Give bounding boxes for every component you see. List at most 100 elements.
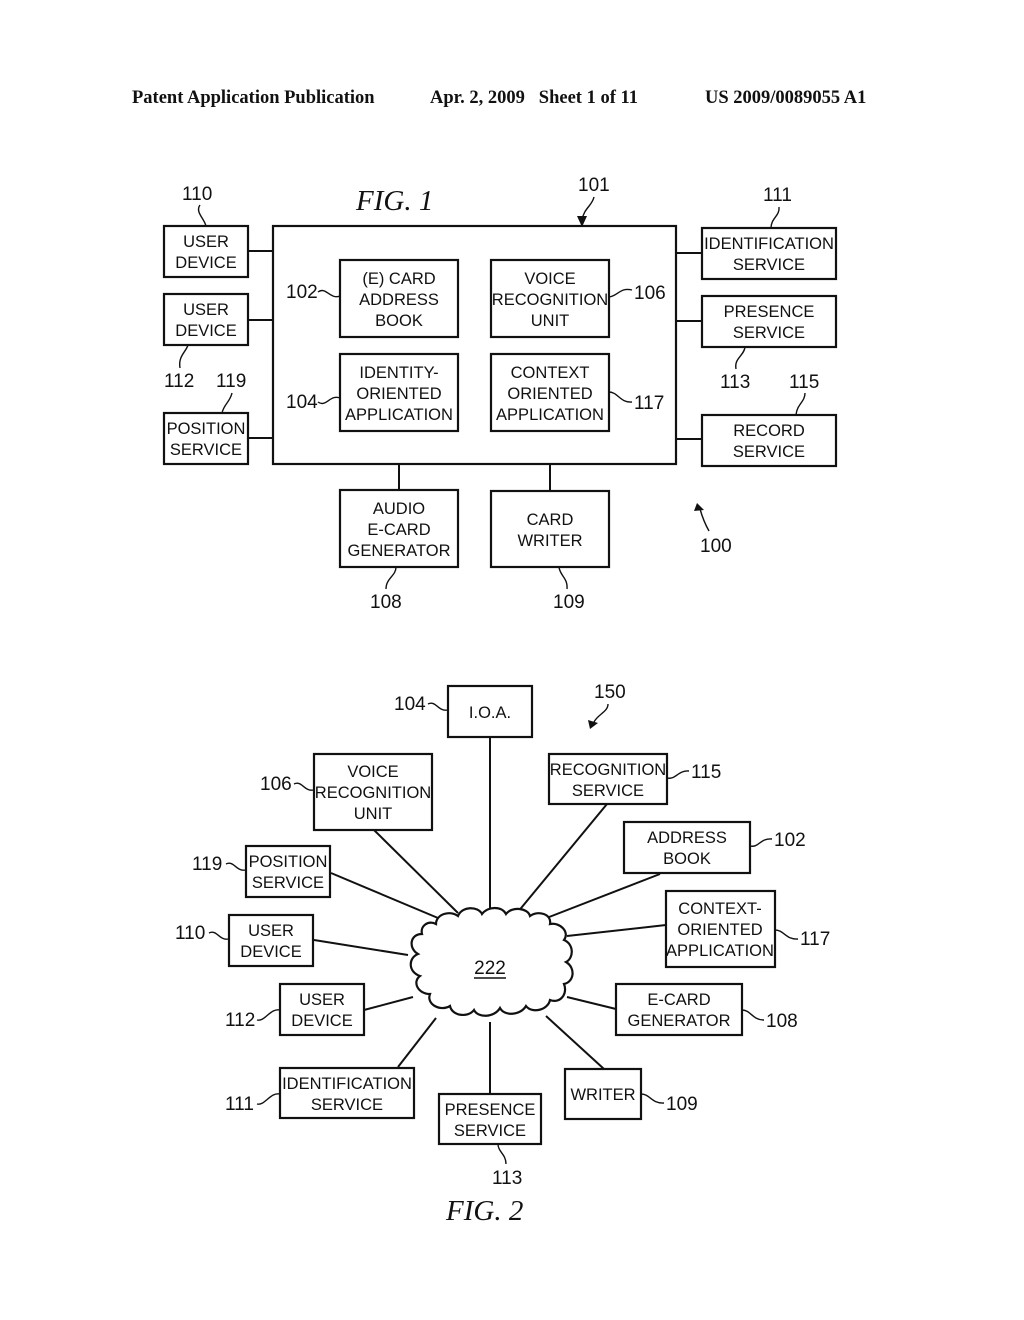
connector [397, 1017, 437, 1068]
ref-112: 112 [164, 371, 194, 392]
block-label-line: APPLICATION [345, 406, 453, 424]
ref-110: 110 [175, 923, 205, 944]
node-label-line: SERVICE [252, 874, 324, 892]
node-label-line: RECOGNITION [315, 784, 431, 802]
block-label-line: GENERATOR [348, 542, 451, 560]
block-label-line: POSITION [167, 420, 246, 438]
node-label-line: I.O.A. [469, 704, 511, 722]
leader-line [256, 1009, 281, 1021]
connector [543, 873, 661, 920]
ref-115: 115 [691, 762, 721, 783]
ref-108: 108 [370, 592, 402, 613]
ref-100: 100 [700, 536, 732, 557]
ref-111: 111 [763, 185, 792, 206]
ref-113: 113 [720, 372, 750, 393]
block-label-line: RECOGNITION [492, 291, 608, 309]
ref-112: 112 [225, 1010, 255, 1031]
connector [313, 939, 409, 956]
node-ecard-generator: E-CARD GENERATOR 108 [614, 982, 798, 1037]
connector [566, 996, 617, 1010]
connector [545, 1015, 605, 1070]
connector [363, 996, 414, 1011]
node-label-line: PRESENCE [445, 1101, 536, 1119]
block-label-line: APPLICATION [496, 406, 604, 424]
leader-line [385, 566, 397, 590]
ref-102: 102 [774, 830, 806, 851]
block-user-device-110: USER DEVICE 110 [162, 184, 273, 279]
node-label-line: SERVICE [311, 1096, 383, 1114]
patent-figures: FIG. 1 101 (E) CARD ADDRESS BOOK 102 IDE… [162, 175, 838, 1227]
leader-line [735, 346, 746, 370]
block-label-line: AUDIO [373, 500, 425, 518]
block-identification-service: IDENTIFICATION SERVICE 111 [676, 185, 838, 281]
node-label-line: ORIENTED [677, 921, 762, 939]
connector [516, 803, 608, 914]
block-label-line: ADDRESS [359, 291, 439, 309]
node-label-line: APPLICATION [666, 942, 774, 960]
node-user-device-110: USER DEVICE 110 [175, 913, 315, 968]
block-label-line: (E) CARD [362, 270, 435, 288]
node-label-line: SERVICE [572, 782, 644, 800]
node-writer: WRITER 109 [563, 1067, 698, 1121]
node-label-line: CONTEXT- [678, 900, 761, 918]
node-label-line: WRITER [570, 1086, 635, 1104]
leader-line [208, 931, 230, 940]
leader-line [741, 1009, 765, 1021]
block-label-line: PRESENCE [724, 303, 815, 321]
node-label-line: IDENTIFICATION [282, 1075, 412, 1093]
node-label-line: USER [299, 991, 345, 1009]
node-position-service: POSITION SERVICE 119 [192, 844, 332, 899]
block-label-line: CONTEXT [511, 364, 590, 382]
node-label-line: BOOK [663, 850, 711, 868]
leader-line [178, 344, 189, 369]
connector [566, 924, 667, 937]
block-label-line: VOICE [524, 270, 575, 288]
node-label-line: USER [248, 922, 294, 940]
leader-line [558, 566, 568, 590]
leader-line [770, 206, 780, 229]
node-label-line: POSITION [249, 853, 328, 871]
leader-line [666, 770, 690, 779]
ref-106: 106 [260, 774, 292, 795]
node-recognition-service: RECOGNITION SERVICE 115 [547, 752, 721, 806]
leader-line [225, 862, 247, 871]
fig2: 222 150 I.O.A. 104 VOICE RECOGNITION UNI… [175, 682, 830, 1227]
fig1-title: FIG. 1 [355, 185, 433, 217]
ref-100-leader [699, 508, 710, 532]
block-label-line: DEVICE [175, 254, 236, 272]
block-label-line: ORIENTED [356, 385, 441, 403]
block-label-line: USER [183, 233, 229, 251]
node-label-line: RECOGNITION [550, 761, 666, 779]
block-label-line: SERVICE [733, 324, 805, 342]
block-label-line: CARD [527, 511, 574, 529]
block-label-line: SERVICE [733, 443, 805, 461]
fig1: FIG. 1 101 (E) CARD ADDRESS BOOK 102 IDE… [162, 175, 838, 613]
block-label-line: UNIT [531, 312, 570, 330]
leader-line [795, 392, 806, 416]
ref-119: 119 [216, 371, 246, 392]
block-label-line: USER [183, 301, 229, 319]
node-identification-service: IDENTIFICATION SERVICE 111 [225, 1066, 416, 1120]
leader-line [774, 929, 799, 940]
ref-106: 106 [634, 283, 666, 304]
connector [330, 872, 439, 919]
node-label-line: VOICE [347, 763, 398, 781]
leader-line [640, 1093, 665, 1104]
ref-117: 117 [800, 929, 830, 950]
network-label: 222 [474, 958, 506, 979]
ref-100-arrowhead-icon [694, 503, 704, 511]
ref-101: 101 [578, 175, 610, 196]
block-label-line: IDENTITY- [359, 364, 438, 382]
node-user-device-112: USER DEVICE 112 [225, 982, 366, 1037]
ref-110: 110 [182, 184, 212, 205]
ref-109: 109 [553, 592, 585, 613]
block-label-line: BOOK [375, 312, 423, 330]
leader-line [427, 702, 449, 711]
ref-108: 108 [766, 1011, 798, 1032]
fig2-title: FIG. 2 [445, 1195, 523, 1227]
node-context-oriented-application: CONTEXT- ORIENTED APPLICATION 117 [664, 889, 830, 969]
block-label-line: WRITER [517, 532, 582, 550]
node-label-line: GENERATOR [628, 1012, 731, 1030]
ref-102: 102 [286, 282, 318, 303]
ref-109: 109 [666, 1094, 698, 1115]
